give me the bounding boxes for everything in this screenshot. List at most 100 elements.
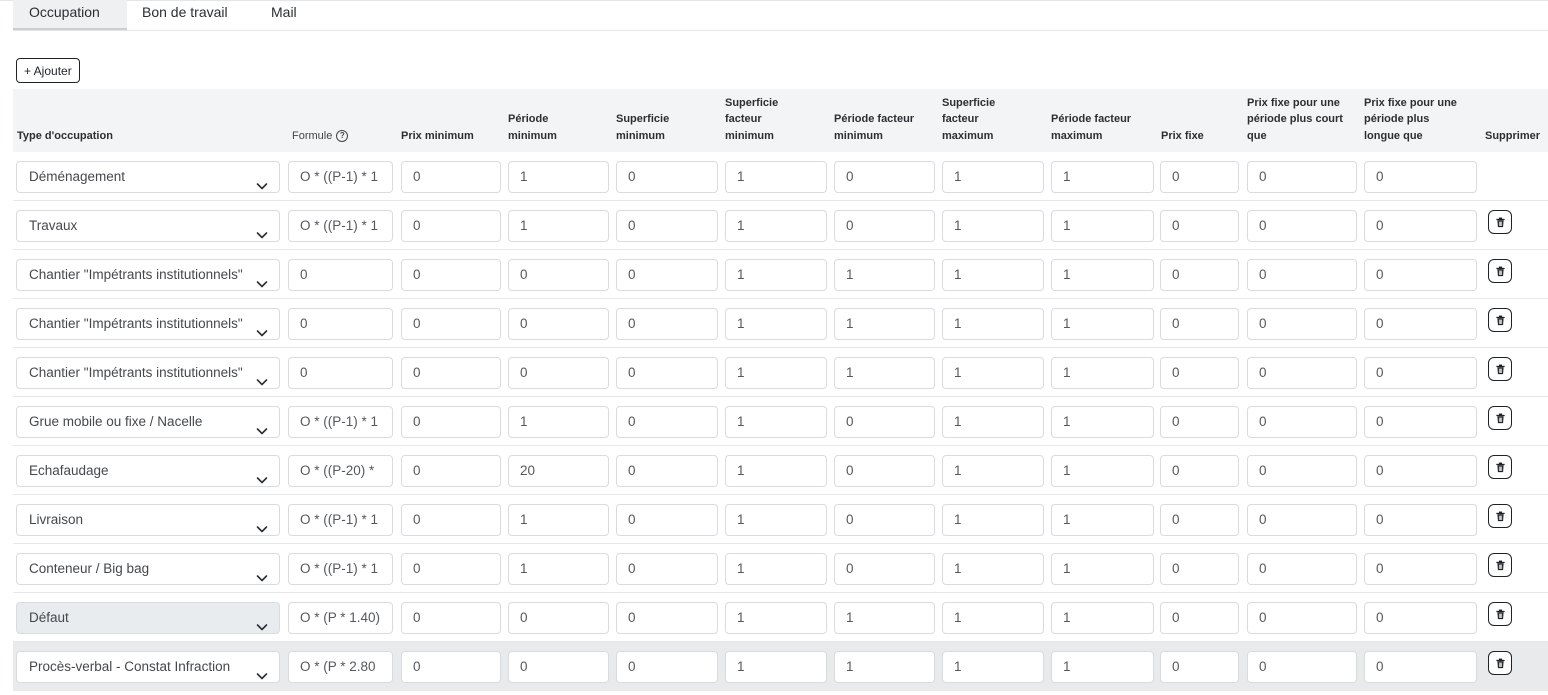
per-fac-min-input[interactable]: 1 xyxy=(834,259,935,291)
formule-input[interactable]: O * ((P-1) * 1 xyxy=(288,504,393,536)
prix-min-input[interactable]: 0 xyxy=(401,602,501,634)
periode-min-input[interactable]: 1 xyxy=(508,406,609,438)
periode-min-input[interactable]: 0 xyxy=(508,357,609,389)
per-fac-min-input[interactable]: 0 xyxy=(834,406,935,438)
prix-fixe-court-input[interactable]: 0 xyxy=(1247,455,1357,487)
sup-fac-min-input[interactable]: 1 xyxy=(725,406,827,438)
occupation-type-select[interactable]: Travaux xyxy=(16,210,280,242)
sup-fac-min-input[interactable]: 1 xyxy=(725,259,827,291)
sup-fac-max-input[interactable]: 1 xyxy=(942,504,1044,536)
occupation-type-select[interactable]: Livraison xyxy=(16,504,280,536)
delete-button[interactable] xyxy=(1488,602,1512,626)
prix-fixe-court-input[interactable]: 0 xyxy=(1247,602,1357,634)
prix-fixe-input[interactable]: 0 xyxy=(1160,161,1239,193)
periode-min-input[interactable]: 0 xyxy=(508,651,609,683)
occupation-type-select[interactable]: Procès-verbal - Constat Infraction xyxy=(16,651,280,683)
per-fac-min-input[interactable]: 1 xyxy=(834,651,935,683)
sup-fac-min-input[interactable]: 1 xyxy=(725,210,827,242)
per-fac-min-input[interactable]: 0 xyxy=(834,504,935,536)
prix-fixe-input[interactable]: 0 xyxy=(1160,455,1239,487)
delete-button[interactable] xyxy=(1488,455,1512,479)
sup-fac-max-input[interactable]: 1 xyxy=(942,308,1044,340)
prix-fixe-input[interactable]: 0 xyxy=(1160,357,1239,389)
add-button[interactable]: + Ajouter xyxy=(16,58,80,83)
prix-fixe-long-input[interactable]: 0 xyxy=(1364,210,1477,242)
per-fac-max-input[interactable]: 1 xyxy=(1051,455,1154,487)
tab-occupation[interactable]: Occupation xyxy=(13,0,127,30)
sup-fac-max-input[interactable]: 1 xyxy=(942,651,1044,683)
formule-input[interactable]: O * ((P-20) * xyxy=(288,455,393,487)
delete-button[interactable] xyxy=(1488,308,1512,332)
superficie-min-input[interactable]: 0 xyxy=(616,651,718,683)
sup-fac-min-input[interactable]: 1 xyxy=(725,357,827,389)
sup-fac-max-input[interactable]: 1 xyxy=(942,161,1044,193)
per-fac-max-input[interactable]: 1 xyxy=(1051,308,1154,340)
sup-fac-max-input[interactable]: 1 xyxy=(942,602,1044,634)
prix-min-input[interactable]: 0 xyxy=(401,161,501,193)
superficie-min-input[interactable]: 0 xyxy=(616,504,718,536)
per-fac-min-input[interactable]: 1 xyxy=(834,357,935,389)
prix-min-input[interactable]: 0 xyxy=(401,504,501,536)
periode-min-input[interactable]: 0 xyxy=(508,259,609,291)
prix-min-input[interactable]: 0 xyxy=(401,553,501,585)
sup-fac-max-input[interactable]: 1 xyxy=(942,210,1044,242)
per-fac-max-input[interactable]: 1 xyxy=(1051,210,1154,242)
prix-fixe-long-input[interactable]: 0 xyxy=(1364,455,1477,487)
delete-button[interactable] xyxy=(1488,210,1512,234)
prix-fixe-court-input[interactable]: 0 xyxy=(1247,308,1357,340)
delete-button[interactable] xyxy=(1488,357,1512,381)
delete-button[interactable] xyxy=(1488,406,1512,430)
periode-min-input[interactable]: 0 xyxy=(508,308,609,340)
prix-fixe-input[interactable]: 0 xyxy=(1160,210,1239,242)
help-icon[interactable]: ? xyxy=(336,129,349,142)
prix-min-input[interactable]: 0 xyxy=(401,259,501,291)
prix-fixe-court-input[interactable]: 0 xyxy=(1247,651,1357,683)
formule-input[interactable]: O * ((P-1) * 1 xyxy=(288,406,393,438)
formule-input[interactable]: O * ((P-1) * 1 xyxy=(288,210,393,242)
periode-min-input[interactable]: 1 xyxy=(508,210,609,242)
formule-input[interactable]: O * ((P-1) * 1 xyxy=(288,553,393,585)
prix-fixe-input[interactable]: 0 xyxy=(1160,308,1239,340)
per-fac-max-input[interactable]: 1 xyxy=(1051,357,1154,389)
prix-fixe-long-input[interactable]: 0 xyxy=(1364,308,1477,340)
sup-fac-max-input[interactable]: 1 xyxy=(942,406,1044,438)
prix-fixe-court-input[interactable]: 0 xyxy=(1247,357,1357,389)
per-fac-max-input[interactable]: 1 xyxy=(1051,651,1154,683)
formule-input[interactable]: O * ((P-1) * 1 xyxy=(288,161,393,193)
sup-fac-min-input[interactable]: 1 xyxy=(725,455,827,487)
prix-fixe-court-input[interactable]: 0 xyxy=(1247,259,1357,291)
prix-fixe-court-input[interactable]: 0 xyxy=(1247,210,1357,242)
per-fac-max-input[interactable]: 1 xyxy=(1051,553,1154,585)
prix-fixe-input[interactable]: 0 xyxy=(1160,504,1239,536)
delete-button[interactable] xyxy=(1488,553,1512,577)
prix-min-input[interactable]: 0 xyxy=(401,357,501,389)
sup-fac-min-input[interactable]: 1 xyxy=(725,602,827,634)
prix-fixe-court-input[interactable]: 0 xyxy=(1247,406,1357,438)
occupation-type-select[interactable]: Chantier "Impétrants institutionnels" xyxy=(16,259,280,291)
sup-fac-max-input[interactable]: 1 xyxy=(942,553,1044,585)
occupation-type-select[interactable]: Grue mobile ou fixe / Nacelle xyxy=(16,406,280,438)
per-fac-max-input[interactable]: 1 xyxy=(1051,161,1154,193)
prix-min-input[interactable]: 0 xyxy=(401,455,501,487)
tab-mail[interactable]: Mail xyxy=(255,0,315,30)
formule-input[interactable]: O * (P * 2.80 xyxy=(288,651,393,683)
per-fac-min-input[interactable]: 0 xyxy=(834,553,935,585)
prix-min-input[interactable]: 0 xyxy=(401,210,501,242)
prix-min-input[interactable]: 0 xyxy=(401,406,501,438)
sup-fac-max-input[interactable]: 1 xyxy=(942,357,1044,389)
per-fac-max-input[interactable]: 1 xyxy=(1051,504,1154,536)
sup-fac-min-input[interactable]: 1 xyxy=(725,553,827,585)
occupation-type-select[interactable]: Conteneur / Big bag xyxy=(16,553,280,585)
per-fac-max-input[interactable]: 1 xyxy=(1051,259,1154,291)
occupation-type-select[interactable]: Chantier "Impétrants institutionnels" xyxy=(16,357,280,389)
tab-bon-de-travail[interactable]: Bon de travail xyxy=(127,0,255,30)
delete-button[interactable] xyxy=(1488,651,1512,675)
superficie-min-input[interactable]: 0 xyxy=(616,553,718,585)
periode-min-input[interactable]: 1 xyxy=(508,161,609,193)
prix-fixe-court-input[interactable]: 0 xyxy=(1247,504,1357,536)
superficie-min-input[interactable]: 0 xyxy=(616,210,718,242)
formule-input[interactable]: 0 xyxy=(288,357,393,389)
per-fac-max-input[interactable]: 1 xyxy=(1051,406,1154,438)
superficie-min-input[interactable]: 0 xyxy=(616,406,718,438)
sup-fac-max-input[interactable]: 1 xyxy=(942,259,1044,291)
